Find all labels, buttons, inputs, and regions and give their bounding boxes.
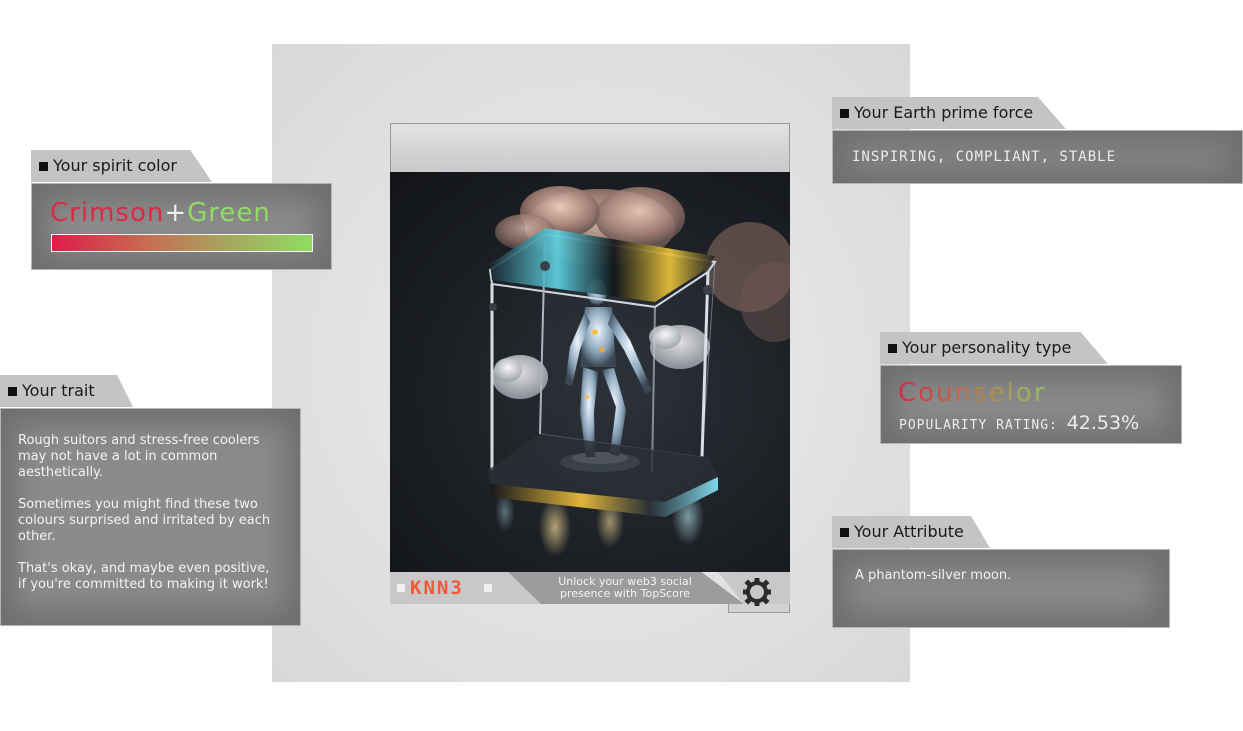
earth-force-title: Your Earth prime force [854, 103, 1034, 122]
spirit-color-title: Your spirit color [53, 156, 177, 175]
footer-square-right [484, 584, 492, 592]
knn3-logo: KNN3 [410, 577, 464, 599]
trait-paragraph: Sometimes you might find these two colou… [18, 497, 271, 544]
earth-force-value: INSPIRING, COMPLIANT, STABLE [852, 149, 1117, 165]
attribute-tab: Your Attribute [832, 516, 990, 548]
glass-cube [488, 228, 718, 517]
popularity-value: 42.53% [1066, 412, 1140, 434]
trait-description: Rough suitors and stress-free coolers ma… [18, 433, 280, 609]
footer-tagline: Unlock your web3 social presence with To… [558, 575, 692, 600]
spirit-color-b: Green [187, 198, 271, 228]
card-header-band [390, 123, 790, 172]
earth-force-panel: INSPIRING, COMPLIANT, STABLE [832, 130, 1243, 184]
trait-paragraph: Rough suitors and stress-free coolers ma… [18, 433, 260, 480]
spirit-color-gradient-bar [51, 234, 313, 252]
attribute-value: A phantom-silver moon. [855, 568, 1012, 583]
nft-card: KNN3 Unlock your web3 social presence wi… [390, 123, 790, 613]
personality-title: Your personality type [902, 338, 1072, 357]
personality-tab: Your personality type [880, 332, 1108, 364]
card-footer: KNN3 Unlock your web3 social presence wi… [390, 572, 790, 613]
spirit-color-tab: Your spirit color [31, 150, 212, 182]
spirit-color-panel: Crimson+Green [31, 183, 332, 270]
earth-force-tab: Your Earth prime force [832, 97, 1066, 129]
card-artwork [390, 172, 790, 572]
popularity-rating: POPULARITY RATING: 42.53% [899, 412, 1139, 434]
trait-tab: Your trait [0, 375, 133, 407]
gear-icon[interactable] [742, 577, 772, 607]
trait-panel: Rough suitors and stress-free coolers ma… [0, 408, 301, 626]
personality-panel: Counselor POPULARITY RATING: 42.53% [880, 365, 1182, 444]
spirit-color-plus: + [164, 198, 188, 228]
footer-square-left [397, 584, 405, 592]
personality-name: Counselor [898, 378, 1047, 408]
cloud-right [705, 222, 790, 342]
trait-title: Your trait [22, 381, 95, 400]
spirit-color-value: Crimson+Green [50, 198, 271, 228]
trait-paragraph: That's okay, and maybe even positive, if… [18, 561, 270, 592]
spirit-color-a: Crimson [50, 198, 165, 228]
attribute-title: Your Attribute [854, 522, 964, 541]
attribute-panel: A phantom-silver moon. [832, 549, 1170, 628]
popularity-label: POPULARITY RATING: [899, 418, 1058, 433]
